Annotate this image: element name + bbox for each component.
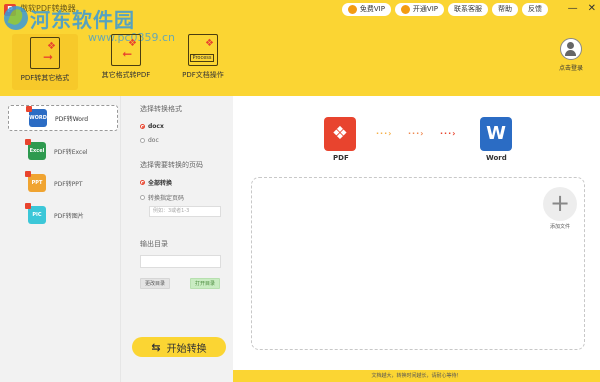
output-dir-field[interactable]: [140, 255, 221, 268]
login-button[interactable]: 点击登录: [556, 38, 586, 72]
arrow-right-icon: ➞: [43, 50, 54, 64]
add-file-button[interactable]: +: [543, 187, 577, 221]
pdf-file-icon: ❖: [324, 117, 356, 151]
vip-coin-icon: [400, 5, 410, 14]
sidebar-item-label: PDF转图片: [54, 212, 84, 220]
change-dir-button[interactable]: 更改目录: [140, 278, 170, 289]
start-convert-label: 开始转换: [166, 343, 207, 355]
help-button[interactable]: 帮助: [492, 3, 518, 16]
sidebar-item-label: PDF转Excel: [54, 148, 88, 156]
open-vip-label: 开通VIP: [412, 5, 438, 13]
window-controls: — ✕: [568, 3, 596, 14]
other-to-pdf-icon: ❖ ➞: [111, 34, 141, 66]
word-icon: WORD: [26, 106, 47, 127]
close-icon[interactable]: ✕: [588, 3, 596, 14]
page-range-input[interactable]: 例如：3或者1-3: [149, 206, 221, 217]
header-buttons: 免费VIP 开通VIP 联系客服 帮助 反馈: [341, 3, 548, 16]
output-title: 输出目录: [140, 240, 168, 248]
arrow-dots-icon: ···›: [440, 129, 457, 138]
feedback-button[interactable]: 反馈: [522, 3, 548, 16]
radio-all-pages[interactable]: 全部转换: [140, 178, 172, 187]
app-title: 傲软PDF转换器: [20, 4, 76, 13]
image-icon: PIC: [25, 203, 46, 224]
file-drop-zone[interactable]: [251, 177, 585, 350]
sidebar-item-label: PDF转PPT: [54, 180, 83, 188]
add-file-label: 添加文件: [549, 224, 570, 230]
sidebar-item-pdf-to-excel[interactable]: Excel PDF转Excel: [8, 138, 118, 164]
page-title: 选择需要转换的页码: [140, 161, 203, 169]
ppt-icon: PPT: [25, 171, 46, 192]
radio-unchecked-icon: [140, 195, 145, 200]
options-panel: 选择转换格式 docx doc 选择需要转换的页码 全部转换 转换指定页码 例如…: [120, 96, 233, 382]
open-folder-button[interactable]: 打开目录: [190, 278, 220, 289]
sidebar: WORD PDF转Word Excel PDF转Excel PPT PDF转PP…: [0, 96, 120, 382]
arrow-left-icon: ➞: [122, 47, 133, 61]
tab-pdf-operations[interactable]: ❖ Process PDF文档操作: [178, 34, 228, 80]
process-label: Process: [190, 54, 214, 62]
word-file-icon: W: [480, 117, 512, 151]
pdf-operations-icon: ❖ Process: [188, 34, 218, 66]
sync-icon: ⇆: [151, 340, 161, 354]
pdf-glyph-icon: ❖: [205, 38, 214, 49]
open-vip-button[interactable]: 开通VIP: [394, 3, 444, 16]
to-label: Word: [486, 154, 507, 162]
top-bar: P 傲软PDF转换器 河东软件园 www.pc0359.cn 免费VIP 开通V…: [0, 0, 600, 96]
status-footer: 文档越大，转换时间越长，请耐心等待！: [233, 370, 600, 382]
free-vip-button[interactable]: 免费VIP: [341, 3, 391, 16]
sidebar-item-label: PDF转Word: [55, 115, 89, 123]
tab-label: 其它格式转PDF: [101, 71, 151, 79]
tab-label: PDF转其它格式: [20, 74, 70, 82]
sidebar-item-pdf-to-image[interactable]: PIC PDF转图片: [8, 202, 118, 228]
arrow-dots-icon: ···›: [376, 129, 393, 138]
excel-icon: Excel: [25, 139, 46, 160]
tab-other-to-pdf[interactable]: ❖ ➞ 其它格式转PDF: [95, 34, 157, 80]
radio-doc[interactable]: doc: [140, 137, 159, 144]
avatar-icon: [560, 38, 582, 60]
start-convert-button[interactable]: ⇆ 开始转换: [132, 337, 226, 357]
app-logo-icon: P: [4, 4, 16, 16]
radio-specific-pages[interactable]: 转换指定页码: [140, 193, 184, 202]
minimize-icon[interactable]: —: [568, 3, 578, 14]
support-button[interactable]: 联系客服: [448, 3, 488, 16]
format-title: 选择转换格式: [140, 105, 182, 113]
login-label: 点击登录: [558, 65, 583, 72]
main-content: ❖ PDF ···› ···› ···› W Word + 添加文件: [233, 96, 600, 370]
radio-unchecked-icon: [140, 138, 145, 143]
radio-checked-icon: [140, 180, 145, 185]
free-vip-label: 免费VIP: [359, 5, 385, 13]
tab-label: PDF文档操作: [182, 71, 224, 79]
sidebar-item-pdf-to-word[interactable]: WORD PDF转Word: [8, 105, 118, 131]
radio-checked-icon: [140, 124, 145, 129]
vip-coin-icon: [347, 5, 357, 14]
sidebar-item-pdf-to-ppt[interactable]: PPT PDF转PPT: [8, 170, 118, 196]
radio-docx[interactable]: docx: [140, 123, 164, 130]
from-label: PDF: [333, 154, 349, 162]
pdf-to-other-icon: ❖ ➞: [30, 37, 60, 69]
tab-pdf-to-other[interactable]: ❖ ➞ PDF转其它格式: [12, 34, 78, 90]
arrow-dots-icon: ···›: [408, 129, 425, 138]
